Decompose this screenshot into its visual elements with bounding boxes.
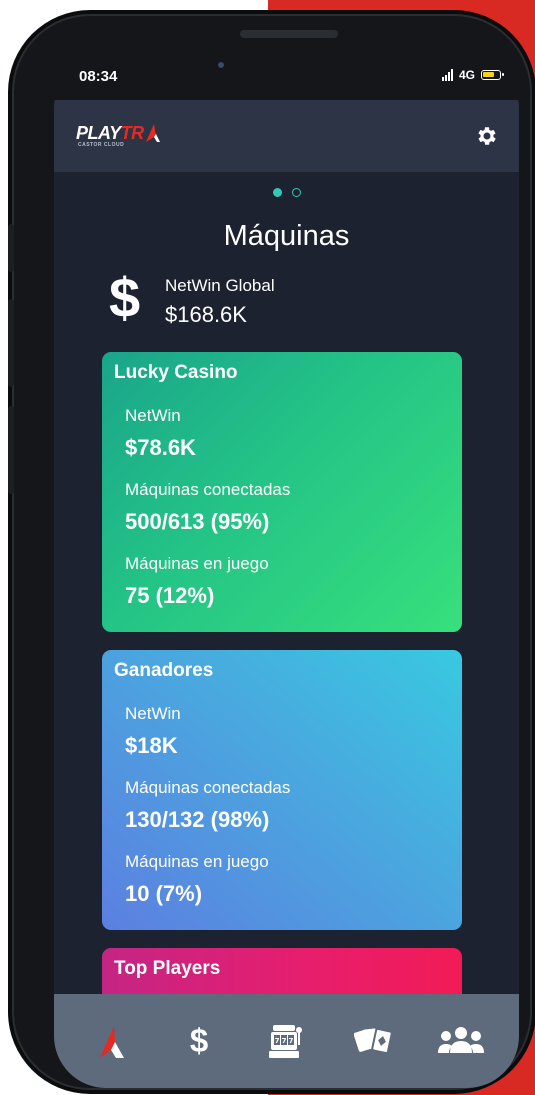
- card-title: Top Players: [114, 958, 221, 979]
- playtrak-logo-icon: [99, 1026, 124, 1058]
- card-title: Ganadores: [114, 660, 214, 681]
- signal-icon: [441, 69, 453, 81]
- card-body: NetWin $18K Máquinas conectadas 130/132 …: [125, 704, 290, 926]
- phone-frame: 08:34 4G PLAYTR CASTOR CLOUD Máquinas $ …: [8, 14, 532, 1090]
- phone-speaker: [240, 30, 338, 38]
- connected-machines-value: 130/132 (98%): [125, 807, 270, 832]
- status-time: 08:34: [79, 68, 118, 85]
- carousel-dot-2[interactable]: [291, 188, 301, 197]
- casino-card-lucky-casino[interactable]: Lucky Casino NetWin $78.6K Máquinas cone…: [102, 352, 462, 632]
- dollar-icon: $: [109, 266, 141, 329]
- app-bar: PLAYTR CASTOR CLOUD: [54, 100, 519, 172]
- front-camera: [218, 62, 224, 68]
- netwin-value: $18K: [125, 733, 178, 758]
- nav-tab-machines[interactable]: 7 7 7: [259, 1014, 313, 1068]
- netwin-value: $78.6K: [125, 435, 196, 460]
- playtrak-logo[interactable]: PLAYTR CASTOR CLOUD: [76, 124, 161, 148]
- svg-text:7: 7: [282, 1037, 287, 1045]
- bottom-nav: $ 7 7 7: [54, 994, 519, 1088]
- netwin-label: NetWin: [125, 704, 181, 723]
- nav-tab-players[interactable]: [434, 1014, 488, 1068]
- netwin-label: NetWin: [125, 406, 181, 425]
- card-body: NetWin $78.6K Máquinas conectadas 500/61…: [125, 406, 290, 628]
- network-type: 4G: [458, 68, 475, 82]
- logo-arrow-icon: [145, 124, 160, 142]
- users-group-icon: [438, 1027, 485, 1053]
- carousel-dot-1[interactable]: [272, 188, 282, 197]
- connected-machines-label: Máquinas conectadas: [125, 778, 291, 797]
- logo-subtext: CASTOR CLOUD: [78, 142, 125, 148]
- side-button-volume-down: [8, 406, 14, 494]
- nav-tab-finance[interactable]: $: [172, 1014, 226, 1068]
- logo-text-white: PLAY: [76, 123, 121, 143]
- machines-playing-value: 75 (12%): [125, 583, 215, 608]
- phone-screen: 08:34 4G PLAYTR CASTOR CLOUD Máquinas $ …: [54, 56, 519, 1088]
- connected-machines-value: 500/613 (95%): [125, 509, 270, 534]
- gear-icon[interactable]: [475, 124, 499, 148]
- page-title: Máquinas: [223, 220, 350, 252]
- dollar-icon: $: [189, 1022, 209, 1059]
- machines-playing-value: 10 (7%): [125, 881, 203, 906]
- svg-text:7: 7: [275, 1037, 280, 1045]
- casino-card-ganadores[interactable]: Ganadores NetWin $18K Máquinas conectada…: [102, 650, 462, 930]
- card-title: Lucky Casino: [114, 362, 238, 383]
- connected-machines-label: Máquinas conectadas: [125, 480, 291, 499]
- svg-text:7: 7: [289, 1037, 294, 1045]
- playing-cards-icon: [353, 1027, 393, 1055]
- status-indicators: 4G: [441, 68, 504, 82]
- netwin-global-value: $168.6K: [165, 302, 247, 327]
- slot-machine-icon: 7 7 7: [269, 1025, 303, 1058]
- side-button-volume-up: [8, 299, 14, 387]
- machines-playing-label: Máquinas en juego: [125, 852, 269, 871]
- netwin-global-label: NetWin Global: [165, 276, 275, 295]
- logo-text-red: TR: [120, 123, 145, 143]
- stage: 08:34 4G PLAYTR CASTOR CLOUD Máquinas $ …: [0, 0, 535, 1095]
- status-bar: 08:34 4G: [54, 56, 519, 100]
- carousel-indicator: [54, 188, 519, 197]
- machines-playing-label: Máquinas en juego: [125, 554, 269, 573]
- side-button-silent: [8, 224, 14, 272]
- nav-tab-tables[interactable]: [347, 1014, 401, 1068]
- battery-icon: [481, 70, 504, 80]
- nav-tab-home[interactable]: [85, 1014, 139, 1068]
